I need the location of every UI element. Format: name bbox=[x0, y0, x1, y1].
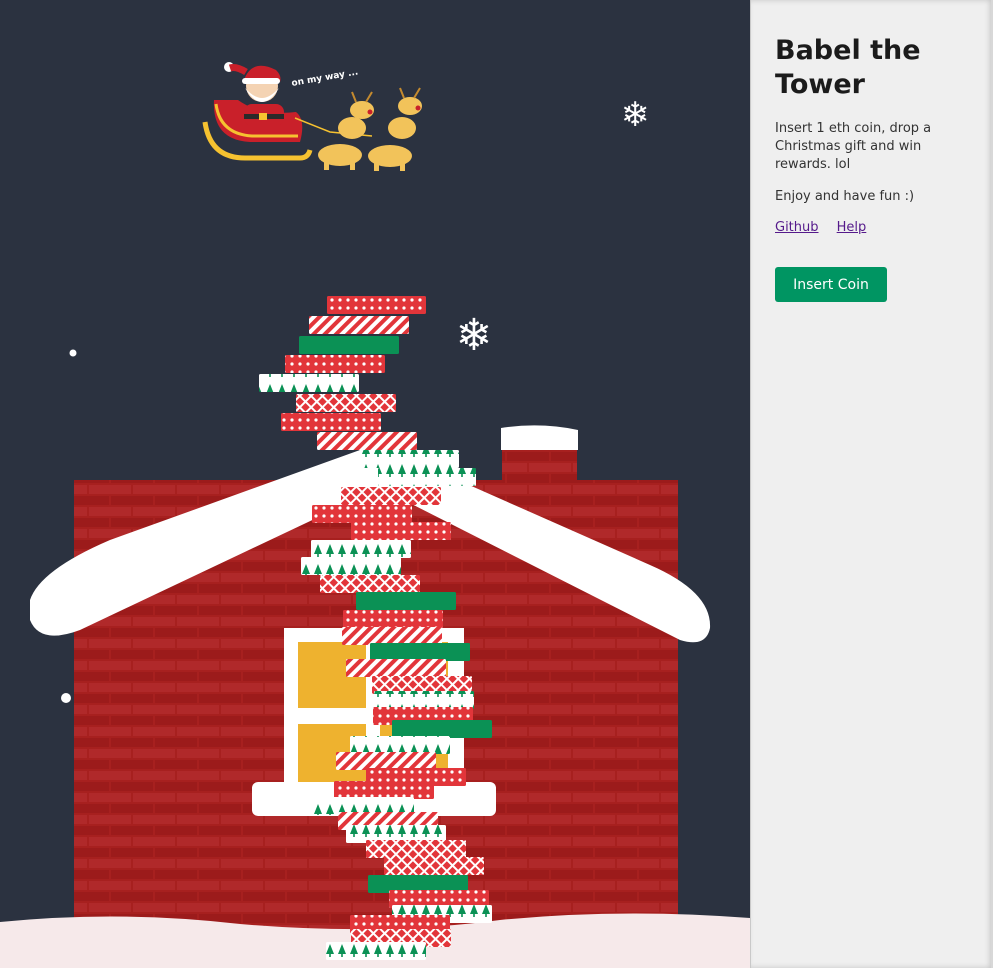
game-canvas[interactable]: ❄ ❄ on my way ... bbox=[0, 0, 750, 968]
gift-block bbox=[370, 643, 470, 661]
gift-block bbox=[384, 857, 484, 875]
sidebar: Babel the Tower Insert 1 eth coin, drop … bbox=[750, 0, 993, 968]
gift-block bbox=[342, 627, 442, 645]
gift-block bbox=[336, 752, 436, 770]
gift-block bbox=[366, 840, 466, 858]
gift-block bbox=[351, 522, 451, 540]
help-link[interactable]: Help bbox=[837, 220, 867, 235]
gift-block bbox=[301, 557, 401, 575]
gift-block bbox=[341, 487, 441, 505]
gift-block bbox=[356, 592, 456, 610]
gift-block bbox=[312, 505, 412, 523]
gift-block bbox=[346, 659, 446, 677]
gift-block bbox=[378, 468, 476, 486]
gift-block bbox=[309, 316, 409, 334]
game-description: Insert 1 eth coin, drop a Christmas gift… bbox=[775, 121, 932, 172]
gift-block bbox=[374, 691, 474, 709]
gift-block bbox=[392, 720, 492, 738]
insert-coin-button[interactable]: Insert Coin bbox=[775, 267, 887, 302]
gift-block bbox=[343, 610, 443, 628]
snow-dot bbox=[61, 693, 71, 703]
gift-block bbox=[299, 336, 399, 354]
gift-block bbox=[281, 413, 381, 431]
gift-block bbox=[327, 296, 426, 314]
snow-dot bbox=[69, 349, 77, 357]
github-link[interactable]: Github bbox=[775, 220, 819, 235]
gift-block bbox=[359, 450, 459, 468]
tagline: Enjoy and have fun :) bbox=[775, 189, 915, 204]
page-title: Babel the Tower bbox=[775, 35, 921, 100]
link-row: Github Help bbox=[775, 220, 980, 235]
gift-block bbox=[317, 432, 417, 450]
gift-block bbox=[320, 575, 420, 593]
gift-block bbox=[296, 394, 396, 412]
gift-block bbox=[326, 942, 426, 960]
gift-block bbox=[259, 374, 359, 392]
gift-block bbox=[311, 540, 411, 558]
snowflake-icon: ❄ bbox=[621, 95, 650, 135]
snowflake-icon: ❄ bbox=[456, 310, 493, 361]
gift-block bbox=[285, 355, 385, 373]
gift-block bbox=[350, 736, 450, 754]
gift-block bbox=[334, 781, 434, 799]
